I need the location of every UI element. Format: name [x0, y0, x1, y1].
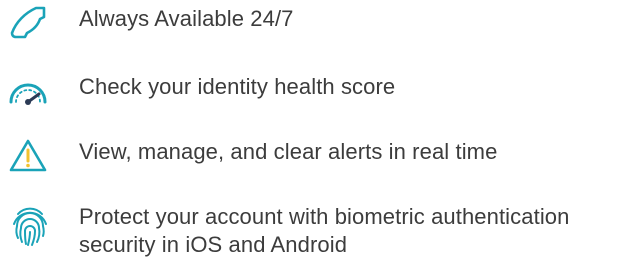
feature-text-line-2: security in iOS and Android	[79, 232, 348, 257]
fingerprint-icon	[13, 207, 47, 246]
feature-list: Always Available 24/7 Check your identit…	[0, 0, 638, 260]
phone-icon	[10, 6, 46, 39]
warning-icon	[9, 139, 47, 172]
feature-text-line-1: Protect your account with biometric auth…	[79, 204, 570, 229]
feature-text: Protect your account with biometric auth…	[79, 203, 638, 259]
feature-text: Always Available 24/7	[79, 6, 294, 31]
feature-text: View, manage, and clear alerts in real t…	[79, 139, 498, 164]
gauge-icon	[9, 83, 47, 105]
feature-text: Check your identity health score	[79, 74, 396, 99]
